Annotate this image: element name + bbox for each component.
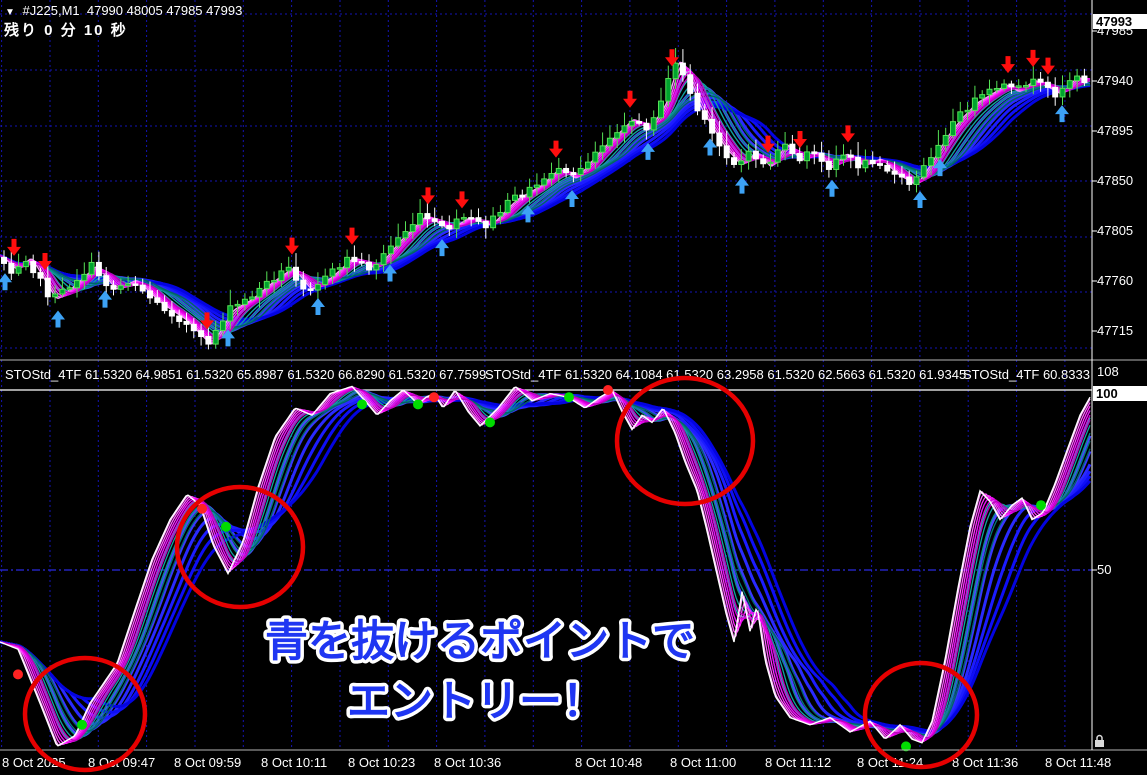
sell-arrow-icon xyxy=(1041,58,1055,75)
buy-arrow-icon xyxy=(98,291,112,308)
price-tick-label: 47850 xyxy=(1097,173,1133,188)
time-axis-label: 8 Oct 11:24 xyxy=(857,755,923,770)
red-signal-dot xyxy=(197,504,207,514)
indicator-strip-label: STOStd_4TF 61.5320 64.9851 61.5320 65.89… xyxy=(5,367,486,382)
green-signal-dot xyxy=(357,399,367,409)
sell-arrow-icon xyxy=(345,228,359,245)
buy-arrow-icon xyxy=(825,180,839,197)
buy-arrow-icon xyxy=(913,191,927,208)
scale-lock-icon[interactable] xyxy=(1095,736,1104,748)
mt4-chart-window: ▼ #J225,M1 47990 48005 47985 47993 残り 0 … xyxy=(0,0,1147,775)
price-tick-label: 47985 xyxy=(1097,23,1133,38)
sell-arrow-icon xyxy=(1026,50,1040,67)
sell-arrow-icon xyxy=(623,91,637,108)
current-indicator-box: 100 xyxy=(1093,386,1147,401)
time-axis-label: 8 Oct 11:00 xyxy=(670,755,736,770)
ohlc-values: 47990 48005 47985 47993 xyxy=(87,3,242,18)
time-axis-label: 8 Oct 11:48 xyxy=(1045,755,1111,770)
buy-arrow-icon xyxy=(1055,105,1069,122)
green-signal-dot xyxy=(1036,500,1046,510)
green-signal-dot xyxy=(564,392,574,402)
sell-arrow-icon xyxy=(1001,56,1015,73)
red-signal-dot xyxy=(603,385,613,395)
buy-arrow-icon xyxy=(703,138,717,155)
red-signal-dot xyxy=(429,392,439,402)
chevron-down-icon[interactable]: ▼ xyxy=(5,7,15,18)
time-axis-label: 8 Oct 09:59 xyxy=(174,755,241,770)
time-axis-label: 8 Oct 10:23 xyxy=(348,755,415,770)
sell-arrow-icon xyxy=(421,187,435,204)
indicator-scale-max: 108 xyxy=(1097,364,1119,379)
indicator-strip-label: STOStd_4TF 60.8333 xyxy=(963,367,1090,382)
price-tick-label: 47940 xyxy=(1097,73,1133,88)
indicator-strip-label: STOStd_4TF 61.5320 64.1084 61.5320 63.29… xyxy=(485,367,966,382)
time-axis-label: 8 Oct 2025 xyxy=(2,755,66,770)
time-axis-label: 8 Oct 09:47 xyxy=(88,755,155,770)
buy-arrow-icon xyxy=(311,298,325,315)
symbol-ohlc-line: ▼ #J225,M1 47990 48005 47985 47993 xyxy=(5,3,242,18)
sell-arrow-icon xyxy=(7,239,21,256)
green-signal-dot xyxy=(413,399,423,409)
buy-arrow-icon xyxy=(51,311,65,328)
candle-timer: 残り 0 分 10 秒 xyxy=(4,19,128,40)
sell-arrow-icon xyxy=(549,141,563,158)
sell-arrow-icon xyxy=(455,191,469,208)
price-tick-label: 47895 xyxy=(1097,123,1133,138)
green-signal-dot xyxy=(221,522,231,532)
green-signal-dot xyxy=(77,720,87,730)
time-axis-label: 8 Oct 10:36 xyxy=(434,755,501,770)
price-tick-label: 47715 xyxy=(1097,323,1133,338)
time-axis-label: 8 Oct 11:12 xyxy=(765,755,831,770)
green-signal-dot xyxy=(485,417,495,427)
time-axis-label: 8 Oct 10:11 xyxy=(261,755,327,770)
price-tick-label: 47805 xyxy=(1097,223,1133,238)
symbol-label[interactable]: #J225,M1 xyxy=(23,3,80,18)
time-axis-label: 8 Oct 11:36 xyxy=(952,755,1018,770)
time-axis-label: 8 Oct 10:48 xyxy=(575,755,642,770)
price-tick-label: 47760 xyxy=(1097,273,1133,288)
indicator-tick-label: 50 xyxy=(1097,562,1111,577)
sell-arrow-icon xyxy=(285,238,299,255)
buy-arrow-icon xyxy=(735,177,749,194)
red-signal-dot xyxy=(13,669,23,679)
sell-arrow-icon xyxy=(841,125,855,142)
chart-canvas[interactable] xyxy=(0,0,1147,775)
